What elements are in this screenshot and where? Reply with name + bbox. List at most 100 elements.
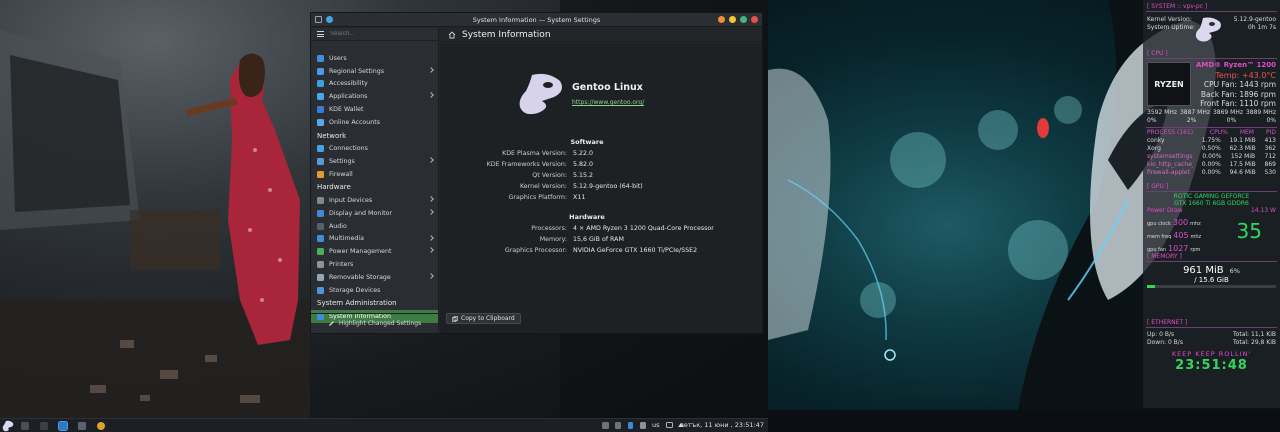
home-icon[interactable] xyxy=(448,30,456,39)
power-icon xyxy=(317,248,324,256)
sidebar-item-storage-devices[interactable]: Storage Devices xyxy=(311,284,438,297)
conky-up-value: 0 B/s xyxy=(1159,331,1175,338)
conky-cpu-fan: CPU Fan: 1443 rpm xyxy=(1203,80,1276,89)
process-name: Xorg xyxy=(1147,145,1161,152)
close-button[interactable] xyxy=(751,16,758,23)
sidebar-item-display-and-monitor[interactable]: Display and Monitor xyxy=(311,207,438,220)
cpu-core-freq: 3869 MHz xyxy=(1212,109,1243,116)
process-row: firewall-applet 0.00% 94.6 MiB 530 xyxy=(1143,169,1280,177)
main-panel: System Information Gentoo Linux https://… xyxy=(440,28,762,333)
chevron-right-icon xyxy=(428,196,434,203)
process-mem: 152 MiB xyxy=(1230,153,1256,160)
process-pid: 413 xyxy=(1264,137,1276,144)
sidebar-item-users[interactable]: Users xyxy=(311,52,438,65)
chevron-right-icon xyxy=(428,234,434,241)
conky-cpu-freqs: 3592 MHz 3887 MHz 3869 MHz 3889 MHz xyxy=(1143,109,1280,117)
cpu-core-usage: 2% xyxy=(1186,117,1197,124)
taskbar-file-manager-icon[interactable] xyxy=(78,422,86,430)
conky-kernel-value: 5.12.9-gentoo xyxy=(1233,16,1276,23)
sidebar-item-settings[interactable]: Settings xyxy=(311,155,438,168)
cpu-core-usage: 0% xyxy=(1147,117,1157,124)
tray-clipboard-icon[interactable] xyxy=(602,422,609,429)
info-key: Graphics Platform: xyxy=(508,194,568,201)
cpu-core-freq: 3889 MHz xyxy=(1245,109,1276,116)
conky-mem-freq-unit: mhz xyxy=(1190,234,1202,240)
process-pid: 530 xyxy=(1264,169,1276,176)
conky-gpu-sub: GTX 1660 Ti 6GB GDDR6 xyxy=(1174,200,1249,207)
users-icon xyxy=(317,54,324,62)
info-key: Graphics Processor: xyxy=(504,247,567,254)
monitor-icon xyxy=(317,209,324,217)
tray-bluetooth-icon[interactable] xyxy=(628,422,633,429)
tray-updates-icon[interactable] xyxy=(615,422,621,429)
tray-volume-icon[interactable] xyxy=(640,422,646,429)
chevron-right-icon xyxy=(428,66,434,73)
distro-url-link[interactable]: https://www.gentoo.org/ xyxy=(572,99,644,106)
conky-clock: 23:51:48 xyxy=(1175,358,1248,373)
info-row: Graphics Processor: NVIDIA GeForce GTX 16… xyxy=(440,247,764,254)
multimedia-icon xyxy=(317,235,324,243)
sidebar-item-input-devices[interactable]: Input Devices xyxy=(311,194,438,207)
process-name: firewall-applet xyxy=(1147,169,1190,176)
sidebar-item-online-accounts[interactable]: Online Accounts xyxy=(311,116,438,129)
sidebar-item-accessibility[interactable]: Accessibility xyxy=(311,78,438,91)
sidebar-item-connections[interactable]: Connections xyxy=(311,142,438,155)
sidebar-item-firewall[interactable]: Firewall xyxy=(311,168,438,181)
info-value: 5.22.0 xyxy=(573,150,594,157)
keep-above-button[interactable] xyxy=(729,16,736,23)
show-desktop-icon[interactable] xyxy=(21,422,29,430)
hamburger-menu-icon[interactable] xyxy=(317,31,324,37)
conky-gpu-fan-unit: rpm xyxy=(1190,247,1201,253)
applications-icon xyxy=(317,93,324,101)
copy-to-clipboard-button[interactable]: Copy to Clipboard xyxy=(446,313,521,324)
window-menu-icon[interactable] xyxy=(315,16,322,23)
conky-power-label: Power Draw xyxy=(1147,207,1183,214)
process-row: conky 1.75% 19.1 MiB 413 xyxy=(1143,137,1280,145)
maximize-button[interactable] xyxy=(740,16,747,23)
conky-gpu-fan-label: gpu fan xyxy=(1147,247,1167,253)
search-input[interactable] xyxy=(330,29,420,39)
highlight-changed-button[interactable]: Highlight Changed Settings xyxy=(311,313,438,333)
sidebar-item-printers[interactable]: Printers xyxy=(311,258,438,271)
process-mem: 17.5 MiB xyxy=(1229,161,1256,168)
sidebar-item-regional-settings[interactable]: Regional Settings xyxy=(311,65,438,78)
conky-uptime-value: 0h 1m 7s xyxy=(1247,24,1276,31)
sidebar-item-kde-wallet[interactable]: KDE Wallet xyxy=(311,103,438,116)
keyboard-layout-indicator[interactable]: us xyxy=(652,421,660,429)
taskbar-browser-icon[interactable] xyxy=(97,422,105,430)
sidebar-item-applications[interactable]: Applications xyxy=(311,90,438,103)
highlight-changed-label: Highlight Changed Settings xyxy=(338,320,422,327)
conky-gpu-clock-unit: mhz xyxy=(1190,221,1201,227)
window-titlebar[interactable]: System Information — System Settings xyxy=(311,13,762,27)
info-value: 5.82.0 xyxy=(573,161,594,168)
info-row: Graphics Platform: X11 xyxy=(440,194,764,201)
conky-down-value: 0 B/s xyxy=(1167,339,1183,346)
info-value: 15,6 GiB of RAM xyxy=(573,236,624,243)
globe-icon xyxy=(317,67,324,75)
sidebar-item-power-management[interactable]: Power Management xyxy=(311,245,438,258)
process-col-header: MEM xyxy=(1239,129,1254,136)
info-row: KDE Frameworks Version: 5.82.0 xyxy=(440,161,764,168)
cpu-core-usage: 0% xyxy=(1266,117,1276,124)
sidebar-item-label: Settings xyxy=(329,157,355,165)
conky-gpu-temp: 35 xyxy=(1236,219,1262,243)
process-pid: 712 xyxy=(1264,153,1276,160)
process-col-header: PID xyxy=(1265,129,1276,136)
conky-gpu-name: ROTIC GAMING GEFORCE xyxy=(1173,193,1250,200)
sidebar-item-removable-storage[interactable]: Removable Storage xyxy=(311,271,438,284)
window-title: System Information — System Settings xyxy=(472,15,601,24)
sidebar-item-audio[interactable]: Audio xyxy=(311,220,438,233)
conky-cpu-temp: Temp: +43.0°C xyxy=(1215,70,1276,80)
taskbar-files-icon[interactable] xyxy=(40,422,48,430)
sidebar-item-multimedia[interactable]: Multimedia xyxy=(311,233,438,246)
taskbar-clock[interactable]: петък, 11 юни , 23:51:47 xyxy=(680,421,764,429)
process-row: Xorg 0.50% 62.3 MiB 362 xyxy=(1143,145,1280,153)
hardware-section-title: Hardware xyxy=(569,213,605,221)
minimize-button[interactable] xyxy=(718,16,725,23)
conky-gpu-clock-label: gpu clock xyxy=(1147,221,1171,227)
taskbar-system-settings-icon[interactable] xyxy=(58,421,68,431)
tray-display-icon[interactable] xyxy=(666,422,673,428)
app-launcher-gentoo-icon[interactable] xyxy=(2,420,14,432)
sidebar-item-label: Firewall xyxy=(329,170,353,178)
chevron-right-icon xyxy=(428,92,434,99)
